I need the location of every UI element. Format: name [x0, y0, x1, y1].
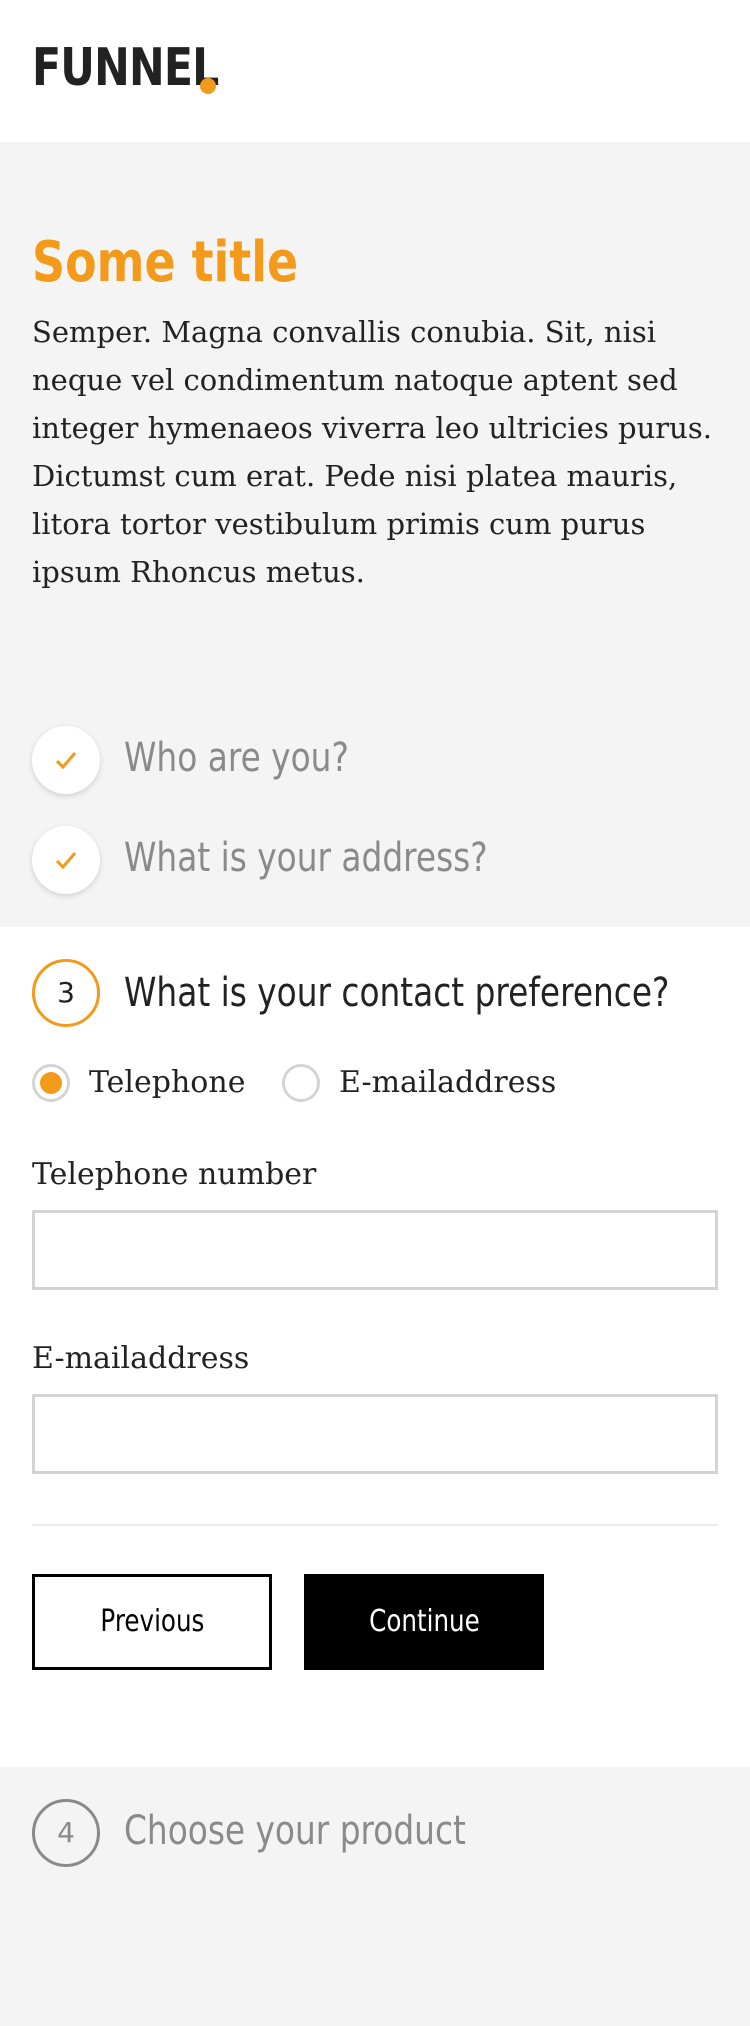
- check-icon: [32, 826, 100, 894]
- telephone-number-label: Telephone number: [32, 1157, 317, 1192]
- previous-button-label: Previous: [100, 1604, 204, 1639]
- radio-telephone[interactable]: Telephone: [32, 1063, 252, 1103]
- continue-button-label: Continue: [368, 1604, 480, 1639]
- emailaddress-input[interactable]: [32, 1394, 718, 1474]
- divider: [32, 1524, 718, 1526]
- active-step-title: What is your contact preference?: [124, 970, 670, 1016]
- previous-button[interactable]: Previous: [32, 1574, 272, 1670]
- radio-label: E-mailaddress: [339, 1065, 557, 1100]
- upcoming-step: 4 Choose your product: [0, 1767, 750, 2026]
- radio-button[interactable]: [282, 1064, 320, 1102]
- step-number-badge: 4: [32, 1799, 100, 1867]
- completed-step-1[interactable]: Who are you?: [32, 726, 712, 794]
- step-number-badge: 3: [32, 959, 100, 1027]
- active-step-panel: 3 What is your contact preference? Telep…: [0, 927, 750, 1767]
- logo[interactable]: FUNNEL: [32, 42, 219, 94]
- completed-step-2[interactable]: What is your address?: [32, 826, 712, 894]
- completed-step-label: Who are you?: [124, 735, 349, 781]
- completed-step-label: What is your address?: [124, 835, 488, 881]
- emailaddress-label: E-mailaddress: [32, 1341, 250, 1376]
- upcoming-step-title: Choose your product: [124, 1808, 466, 1854]
- telephone-number-input[interactable]: [32, 1210, 718, 1290]
- logo-dot: [200, 78, 216, 94]
- intro-text: Semper. Magna convallis conubia. Sit, ni…: [32, 315, 712, 589]
- page-title: Some title: [32, 230, 299, 295]
- header: FUNNEL: [0, 0, 750, 142]
- intro-section: Some title Semper. Magna convallis conub…: [0, 142, 750, 927]
- radio-button-checked[interactable]: [32, 1064, 70, 1102]
- continue-button[interactable]: Continue: [304, 1574, 544, 1670]
- radio-emailaddress[interactable]: E-mailaddress: [282, 1063, 582, 1103]
- radio-label: Telephone: [89, 1065, 246, 1100]
- check-icon: [32, 726, 100, 794]
